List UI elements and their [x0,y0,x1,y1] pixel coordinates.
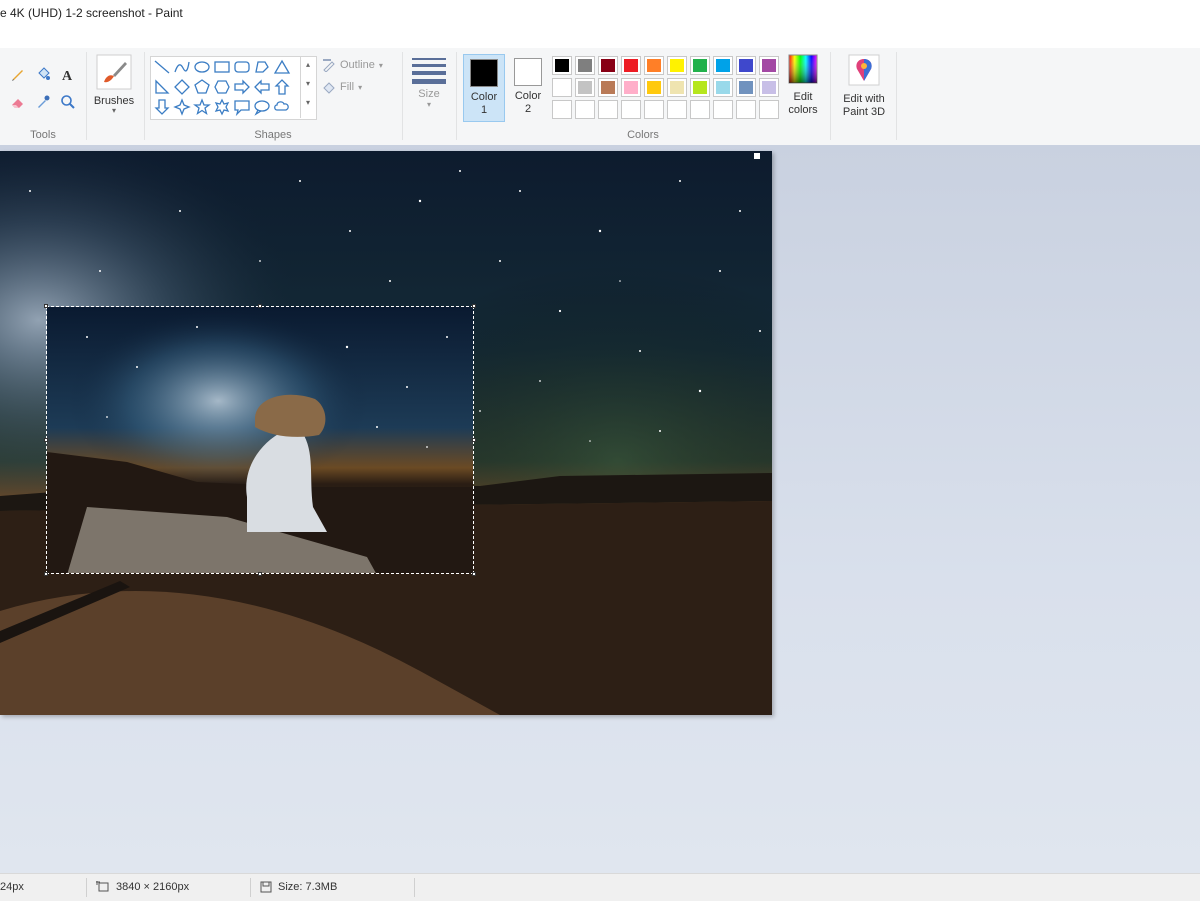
color-picker-icon[interactable] [33,92,53,112]
size-label: Size [418,88,440,100]
eraser-icon[interactable] [8,92,28,112]
window-title: e 4K (UHD) 1-2 screenshot - Paint [0,6,183,20]
oval-callout-shape-icon[interactable] [253,98,271,116]
image-dimensions: 3840 × 2160px [96,881,189,893]
chevron-down-icon: ▾ [378,60,383,70]
shapes-scrollbar[interactable]: ▴ ▾ ▾ [300,56,315,118]
tools-group: A Tools [0,48,86,145]
svg-text:A: A [62,69,73,82]
selection-handle-middle-right[interactable] [472,438,476,442]
ribbon: A Tools Brushes ▾ Shapes ▴ ▾ ▾ Outline ▾… [0,48,1200,146]
chevron-down-icon: ▾ [358,82,363,92]
outline-label: Outline [340,59,375,71]
six-point-star-shape-icon[interactable] [213,98,231,116]
cloud-callout-shape-icon[interactable] [273,98,291,116]
brush-icon [96,54,132,90]
selection-handle-middle-left[interactable] [44,438,48,442]
chevron-down-icon: ▾ [111,106,116,115]
polygon-shape-icon[interactable] [253,58,271,76]
left-arrow-shape-icon[interactable] [253,78,271,96]
oval-shape-icon[interactable] [193,58,211,76]
pentagon-shape-icon[interactable] [193,78,211,96]
up-arrow-shape-icon[interactable] [273,78,291,96]
shapes-group-label: Shapes [254,129,292,141]
cursor-position: 24px [0,881,24,893]
outline-icon [323,59,335,72]
selection-handle-bottom-middle[interactable] [258,572,262,576]
pasted-image [47,307,473,573]
selection-handle-top-right[interactable] [472,304,476,308]
selection-handle-bottom-right[interactable] [472,572,476,576]
cursor-position-value: 24px [0,881,24,893]
down-arrow-shape-icon[interactable] [153,98,171,116]
fill-label: Fill [340,81,355,93]
save-icon [260,881,272,893]
size-button[interactable]: Size ▾ [408,54,450,124]
edit-colors-button[interactable]: Edit colors [784,54,822,124]
drawing-canvas[interactable] [0,151,772,715]
magnifier-icon[interactable] [58,92,78,112]
outline-dropdown[interactable]: Outline ▾ [322,58,383,72]
brushes-button[interactable]: Brushes ▾ [90,54,138,124]
selection-handle-bottom-left[interactable] [44,572,48,576]
pencil-icon[interactable] [8,64,28,84]
chevron-down-icon: ▾ [426,100,431,109]
colors-group: Colors [456,48,830,145]
rounded-rectangle-shape-icon[interactable] [233,58,251,76]
right-arrow-shape-icon[interactable] [233,78,251,96]
title-bar: e 4K (UHD) 1-2 screenshot - Paint [0,0,1200,49]
color-spectrum-icon [788,54,818,84]
file-size-value: Size: 7.3MB [278,881,338,893]
edit-colors-label: Edit colors [788,91,818,116]
status-bar: 24px 3840 × 2160px Size: 7.3MB [0,873,1200,901]
rectangle-shape-icon[interactable] [213,58,231,76]
hexagon-shape-icon[interactable] [213,78,231,96]
five-point-star-shape-icon[interactable] [193,98,211,116]
paint3d-icon [848,54,880,86]
paint3d-label: Edit with Paint 3D [842,93,886,118]
canvas-resize-handle[interactable] [754,153,760,159]
selection-handle-top-left[interactable] [44,304,48,308]
shapes-gallery [150,56,317,120]
text-icon[interactable]: A [58,64,78,84]
right-triangle-shape-icon[interactable] [153,78,171,96]
curve-shape-icon[interactable] [173,58,191,76]
size-lines-icon [412,58,446,84]
dimensions-icon [96,881,109,892]
colors-group-label: Colors [627,129,659,141]
edit-with-paint3d-button[interactable]: Edit with Paint 3D [836,54,892,124]
tools-group-label: Tools [30,129,56,141]
selection-box[interactable] [46,306,474,574]
rect-callout-shape-icon[interactable] [233,98,251,117]
line-shape-icon[interactable] [153,58,171,76]
canvas-workspace [0,145,1200,873]
image-dimensions-value: 3840 × 2160px [116,881,190,893]
fill-dropdown[interactable]: Fill ▾ [322,80,362,94]
fill-icon [323,82,335,94]
diamond-shape-icon[interactable] [173,78,191,96]
fill-bucket-icon[interactable] [33,64,53,84]
four-point-star-shape-icon[interactable] [173,98,191,116]
file-size: Size: 7.3MB [260,881,337,893]
triangle-shape-icon[interactable] [273,58,291,76]
selection-handle-top-middle[interactable] [258,304,262,308]
